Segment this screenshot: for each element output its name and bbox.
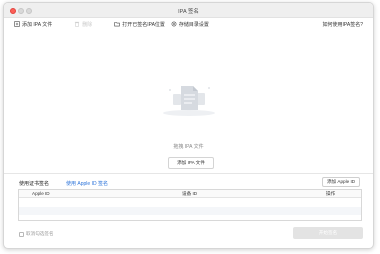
add-ipa-toolbar-button[interactable]: 添加 IPA 文件 [14,21,52,28]
folder-icon [114,22,120,27]
plus-square-icon [14,21,20,27]
delete-toolbar-button[interactable]: 删除 [74,21,92,28]
ipa-drop-zone[interactable]: 拖拽 IPA 文件 添加 IPA 文件 [4,30,373,173]
open-location-toolbar-label: 打开已签名IPA位置 [122,21,165,28]
gear-icon [171,21,177,27]
apple-id-table: Apple ID 设备 ID 操作 [18,189,362,221]
signing-method-row: 使用证书签名 使用 Apple ID 签名 添加 Apple ID [4,177,373,188]
start-signing-button[interactable]: 开始签名 [293,227,363,239]
title-bar: IPA 签名 [4,3,373,18]
toolbar: 添加 IPA 文件 删除 打开已签名IPA位置 存储目录设置 如何使用IPA签名… [4,18,373,30]
trash-icon [75,21,80,27]
add-ipa-button[interactable]: 添加 IPA 文件 [168,157,214,169]
column-header-actions: 操作 [326,191,336,196]
checkbox-label: 取消勾选签名 [26,231,54,236]
certificate-sign-option[interactable]: 使用证书签名 [19,180,49,187]
section-divider [4,173,373,174]
delete-toolbar-label: 删除 [82,21,93,28]
column-header-apple-id: Apple ID [32,191,50,196]
add-ipa-toolbar-label: 添加 IPA 文件 [22,21,53,28]
add-apple-id-button[interactable]: 添加 Apple ID [322,177,360,187]
help-link[interactable]: 如何使用IPA签名? [323,21,363,28]
table-header: Apple ID 设备 ID 操作 [19,190,361,198]
window-title: IPA 签名 [178,9,199,15]
open-location-toolbar-button[interactable]: 打开已签名IPA位置 [114,21,165,28]
drop-hint-text: 拖拽 IPA 文件 [173,144,204,150]
footer-checkbox-option[interactable]: 取消勾选签名 [19,231,54,237]
save-dir-toolbar-button[interactable]: 存储目录设置 [171,21,209,28]
checkbox[interactable] [19,231,24,237]
document-icon [163,86,215,116]
table-row [19,207,361,215]
app-window: IPA 签名 添加 IPA 文件 删除 打开已签名IPA位置 存储目录设置 如何… [3,2,374,249]
column-header-device-id: 设备 ID [182,191,198,196]
footer: 取消勾选签名 开始签名 [4,227,373,241]
apple-id-sign-link[interactable]: 使用 Apple ID 签名 [66,180,108,187]
save-dir-toolbar-label: 存储目录设置 [178,21,209,28]
